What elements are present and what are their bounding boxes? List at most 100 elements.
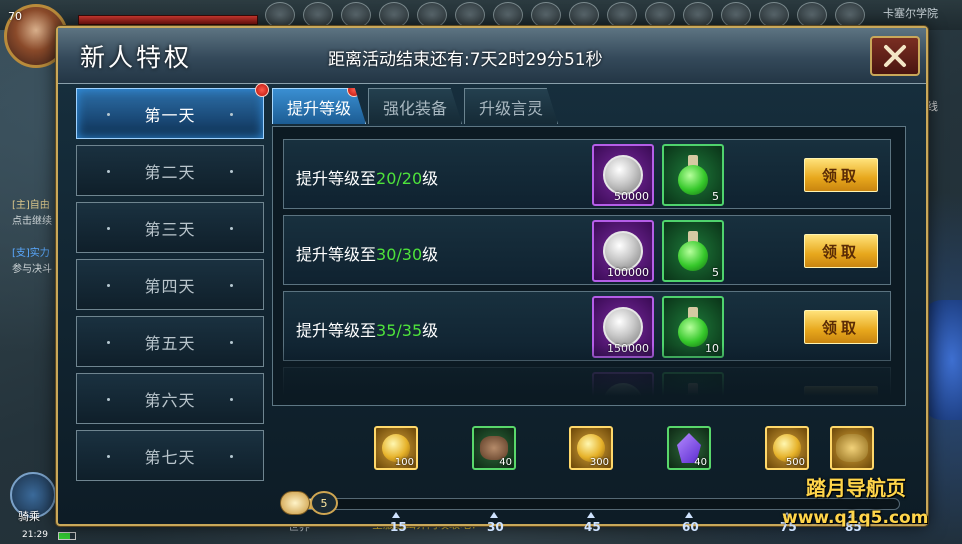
- alert-dot-icon: [255, 83, 269, 97]
- hp-bar: [78, 15, 258, 25]
- mount-icon: [836, 434, 868, 462]
- reward-qty: 500: [785, 457, 805, 468]
- hud-icon[interactable]: [417, 2, 447, 28]
- dot-icon: [230, 455, 233, 458]
- dot-icon: [230, 227, 233, 230]
- day-tab-1[interactable]: 第一天: [76, 83, 269, 139]
- milestone-reward-30[interactable]: 40: [472, 426, 516, 470]
- scroll-fade: [273, 345, 905, 405]
- mount-label: 骑乘: [18, 510, 40, 523]
- hud-icon[interactable]: [379, 2, 409, 28]
- event-countdown: 距离活动结束还有:7天2时29分51秒: [328, 50, 603, 70]
- day-tab-3[interactable]: 第三天: [76, 202, 264, 253]
- milestone-reward-75[interactable]: 500: [765, 426, 809, 470]
- reward-qty: 100000: [607, 266, 649, 279]
- milestone-reward-45[interactable]: 300: [569, 426, 613, 470]
- hud-icon-row: [265, 2, 865, 28]
- claim-button[interactable]: 领取: [804, 158, 878, 192]
- category-tabs: 提升等级 强化装备 升级言灵: [272, 88, 560, 124]
- tick-label: 45: [584, 520, 601, 534]
- task-suffix: 级: [422, 245, 439, 264]
- hud-icon[interactable]: [341, 2, 371, 28]
- tab-label: 强化装备: [383, 98, 448, 118]
- task-suffix: 级: [422, 169, 439, 188]
- potion-icon: [676, 231, 710, 271]
- tab-upgrade-spirit[interactable]: 升级言灵: [464, 88, 559, 124]
- hud-icon[interactable]: [645, 2, 675, 28]
- hud-icon[interactable]: [607, 2, 637, 28]
- dot-icon: [230, 341, 233, 344]
- milestone-reward-60[interactable]: 40: [667, 426, 711, 470]
- potion-reward[interactable]: 5: [662, 144, 724, 206]
- day-tab-6[interactable]: 第六天: [76, 373, 264, 424]
- day-label: 第四天: [144, 276, 196, 296]
- hud-icon[interactable]: [759, 2, 789, 28]
- reward-qty: 300: [589, 457, 609, 468]
- quest-text[interactable]: [支]实力: [12, 244, 50, 259]
- potion-icon: [676, 155, 710, 195]
- current-level: 5: [310, 491, 338, 515]
- day-label: 第七天: [144, 447, 196, 467]
- hud-icon[interactable]: [683, 2, 713, 28]
- silver-coin-reward[interactable]: 50000: [592, 144, 654, 206]
- tab-enhance-gear[interactable]: 强化装备: [368, 88, 463, 124]
- potion-reward[interactable]: 5: [662, 220, 724, 282]
- hud-icon[interactable]: [493, 2, 523, 28]
- day-label: 第六天: [144, 390, 196, 410]
- dot-icon: [107, 398, 110, 401]
- hud-icon[interactable]: [265, 2, 295, 28]
- quest-text[interactable]: 参与决斗: [12, 260, 52, 275]
- hud-icon[interactable]: [835, 2, 865, 28]
- day-tab-4[interactable]: 第四天: [76, 259, 264, 310]
- reward-qty: 5: [712, 266, 719, 279]
- milestone-reward-85[interactable]: [830, 426, 874, 470]
- level-progress: 100 40 300 40 500 5 15 30 45 60 75 85: [272, 416, 912, 534]
- task-progress: 35/35: [376, 321, 423, 340]
- tab-level-up[interactable]: 提升等级: [272, 88, 367, 124]
- tick-mark: [490, 512, 498, 518]
- watermark-title: 踏月导航页: [806, 476, 906, 500]
- quest-text[interactable]: [主]自由: [12, 196, 50, 211]
- dot-icon: [107, 341, 110, 344]
- watermark-url: www.q1q5.com: [782, 508, 929, 528]
- day-label: 第一天: [144, 105, 196, 125]
- hud-icon[interactable]: [569, 2, 599, 28]
- dot-icon: [230, 284, 233, 287]
- clock: 21:29: [22, 530, 48, 540]
- reward-qty: 5: [712, 190, 719, 203]
- dot-icon: [107, 284, 110, 287]
- task-list[interactable]: 提升等级至20/20级 50000 5 领取 提升等级至30/30级 10000…: [272, 126, 906, 406]
- dot-icon: [230, 398, 233, 401]
- hud-icon[interactable]: [303, 2, 333, 28]
- tick-label: 15: [390, 520, 407, 534]
- silver-coin-icon: [603, 155, 643, 195]
- hud-icon[interactable]: [797, 2, 827, 28]
- alert-dot-icon: [347, 88, 362, 97]
- task-suffix: 级: [422, 321, 439, 340]
- hud-icon[interactable]: [531, 2, 561, 28]
- close-icon: [884, 45, 906, 67]
- task-prefix: 提升等级至: [296, 321, 377, 340]
- dot-icon: [107, 455, 110, 458]
- day-tab-7[interactable]: 第七天: [76, 430, 264, 481]
- reward-qty: 50000: [614, 190, 649, 203]
- day-tab-5[interactable]: 第五天: [76, 316, 264, 367]
- day-list: 第一天 第二天 第三天 第四天 第五天 第六天 第七天: [76, 83, 269, 487]
- claim-button[interactable]: 领取: [804, 234, 878, 268]
- close-button[interactable]: [870, 36, 920, 76]
- newbie-privilege-panel: 新人特权 距离活动结束还有:7天2时29分51秒 第一天 第二天 第三天 第四天…: [56, 26, 928, 534]
- dot-icon: [230, 113, 233, 116]
- silver-coin-reward[interactable]: 100000: [592, 220, 654, 282]
- hud-icon[interactable]: [721, 2, 751, 28]
- hud-icon[interactable]: [455, 2, 485, 28]
- tick-mark: [685, 512, 693, 518]
- tick-mark: [392, 512, 400, 518]
- quest-text[interactable]: 点击继续: [12, 212, 52, 227]
- task-prefix: 提升等级至: [296, 245, 377, 264]
- milestone-reward-15[interactable]: 100: [374, 426, 418, 470]
- day-label: 第三天: [144, 219, 196, 239]
- tab-label: 提升等级: [287, 98, 352, 118]
- day-tab-2[interactable]: 第二天: [76, 145, 264, 196]
- tick-mark: [587, 512, 595, 518]
- claim-button[interactable]: 领取: [804, 310, 878, 344]
